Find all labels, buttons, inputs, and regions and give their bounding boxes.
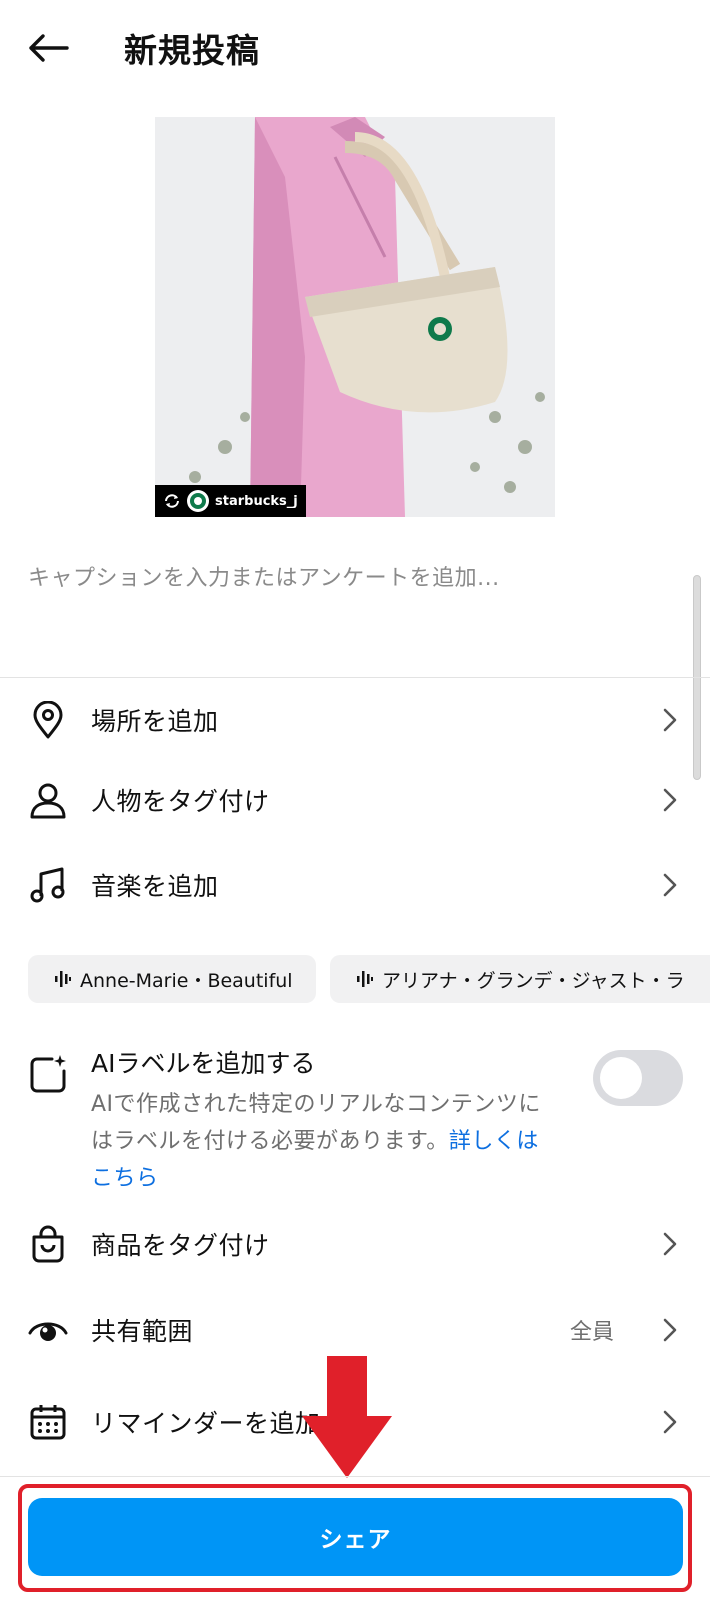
audio-wave-icon [55,971,71,987]
chevron-right-icon [663,708,677,732]
toggle-knob [600,1057,642,1099]
audience-label: 共有範囲 [91,1317,194,1346]
tag-people-row[interactable]: 人物をタグ付け [0,770,710,830]
add-location-row[interactable]: 場所を追加 [0,690,710,750]
ai-label-toggle[interactable] [593,1050,683,1106]
tag-products-row[interactable]: 商品をタグ付け [0,1214,710,1274]
arrow-left-icon [29,34,69,62]
starbucks-logo-avatar [187,490,209,512]
ai-label-description: AIで作成された特定のリアルなコンテンツにはラベルを付ける必要があります。詳しく… [91,1086,561,1197]
add-reminder-label: リマインダーを追加 [91,1409,321,1438]
ai-sparkle-icon [30,1055,66,1093]
chevron-right-icon [663,788,677,812]
post-image-preview[interactable]: starbucks_j [155,117,555,517]
audience-value: 全員 [569,1320,614,1345]
chevron-right-icon [663,873,677,897]
music-note-icon [30,867,65,903]
eye-icon [28,1322,68,1341]
audience-row[interactable]: 共有範囲 全員 [0,1300,710,1360]
add-music-label: 音楽を追加 [91,872,219,901]
audio-wave-icon [357,971,373,987]
shopping-bag-icon [32,1225,64,1263]
badge-username: starbucks_j [215,493,298,509]
header: 新規投稿 [0,0,710,96]
person-icon [30,783,66,819]
add-location-label: 場所を追加 [91,707,219,736]
tag-people-label: 人物をタグ付け [91,787,270,816]
annotation-arrow-down-icon [302,1356,392,1478]
divider [0,1476,710,1477]
post-photo [155,117,555,517]
page-title: 新規投稿 [124,31,260,70]
music-suggestion-chip[interactable]: アリアナ・グランデ・ジャスト・ラ [330,955,710,1003]
tag-products-label: 商品をタグ付け [91,1231,270,1260]
chevron-right-icon [663,1232,677,1256]
repost-icon [165,494,179,508]
share-button[interactable]: シェア [28,1498,683,1576]
ai-label-section: AIラベルを追加する AIで作成された特定のリアルなコンテンツにはラベルを付ける… [0,1036,710,1196]
add-music-row[interactable]: 音楽を追加 [0,855,710,915]
music-suggestion-chip[interactable]: Anne-Marie・Beautiful [28,955,316,1003]
chevron-right-icon [663,1410,677,1434]
ai-label-title: AIラベルを追加する [91,1049,316,1078]
divider [0,677,710,678]
location-pin-icon [33,701,63,739]
chevron-right-icon [663,1318,677,1342]
back-button[interactable] [24,28,72,68]
music-suggestion-label: Anne-Marie・Beautiful [80,969,293,992]
music-suggestion-label: アリアナ・グランデ・ジャスト・ラ [382,969,685,992]
calendar-icon [30,1405,66,1440]
caption-input[interactable]: キャプションを入力またはアンケートを追加... [28,560,678,592]
repost-badge: starbucks_j [155,485,306,517]
